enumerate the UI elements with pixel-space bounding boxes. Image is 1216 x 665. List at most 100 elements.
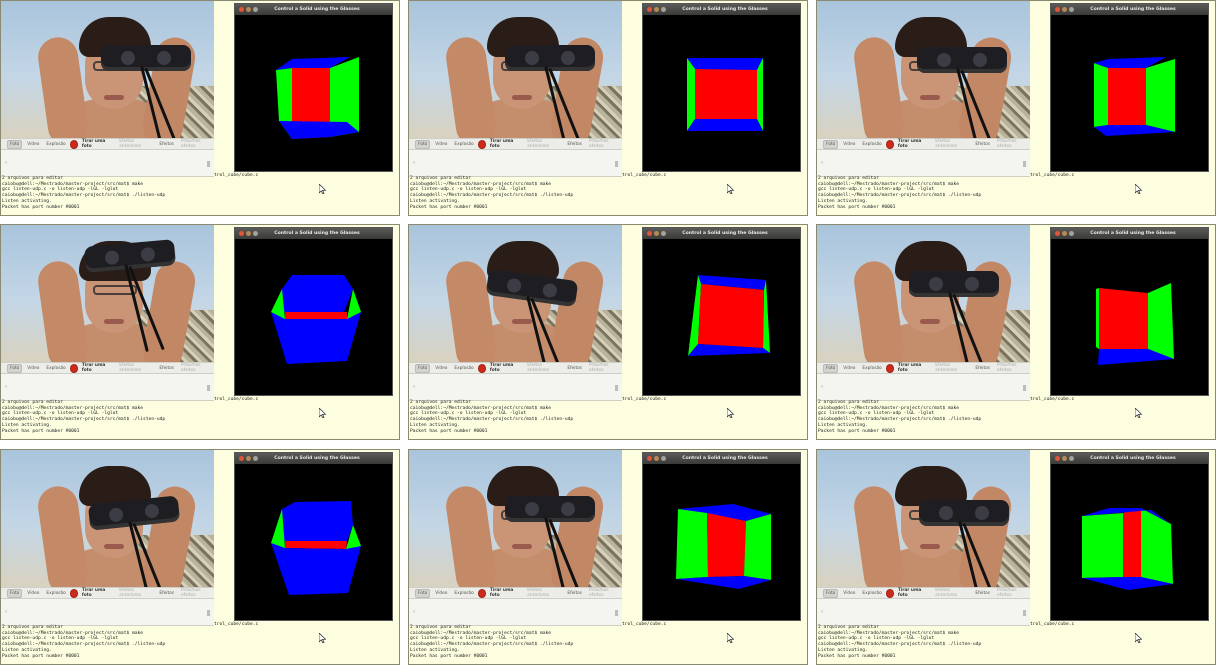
previous-effects-button[interactable]: Efeitos anteriores bbox=[933, 587, 970, 599]
strip-scrollbar[interactable] bbox=[615, 385, 618, 391]
photo-mode-button[interactable]: Foto bbox=[7, 588, 23, 598]
record-icon[interactable] bbox=[70, 589, 77, 597]
take-photo-button[interactable]: Tirar uma foto bbox=[488, 362, 522, 374]
thumbnail-strip[interactable]: ‹ bbox=[409, 150, 622, 177]
thumbnail-strip[interactable]: ‹ bbox=[817, 374, 1030, 401]
photo-mode-button[interactable]: Foto bbox=[7, 139, 23, 149]
record-icon[interactable] bbox=[478, 364, 485, 372]
minimize-window-button[interactable] bbox=[246, 231, 251, 236]
minimize-window-button[interactable] bbox=[1062, 7, 1067, 12]
gl-window[interactable]: Control a Solid using the Glasses bbox=[642, 227, 801, 396]
effects-button[interactable]: Efeitos bbox=[973, 590, 992, 597]
thumbnail-strip[interactable]: ‹ bbox=[817, 599, 1030, 626]
record-icon[interactable] bbox=[886, 140, 893, 148]
next-effects-button[interactable]: Próximos efeitos bbox=[995, 362, 1030, 374]
effects-button[interactable]: Efeitos bbox=[157, 141, 176, 148]
strip-scrollbar[interactable] bbox=[207, 385, 210, 391]
record-icon[interactable] bbox=[478, 589, 485, 597]
next-effects-button[interactable]: Próximos efeitos bbox=[587, 362, 622, 374]
video-mode-button[interactable]: Vídeo bbox=[433, 365, 449, 372]
video-mode-button[interactable]: Vídeo bbox=[433, 141, 449, 148]
video-mode-button[interactable]: Vídeo bbox=[25, 141, 41, 148]
thumbnail-strip[interactable]: ‹ bbox=[1, 599, 214, 626]
thumbnail-strip[interactable]: ‹ bbox=[409, 599, 622, 626]
burst-mode-button[interactable]: Explosão bbox=[860, 141, 883, 148]
burst-mode-button[interactable]: Explosão bbox=[860, 365, 883, 372]
effects-button[interactable]: Efeitos bbox=[157, 590, 176, 597]
gl-window[interactable]: Control a Solid using the Glasses bbox=[1050, 452, 1209, 621]
video-mode-button[interactable]: Vídeo bbox=[841, 590, 857, 597]
video-mode-button[interactable]: Vídeo bbox=[841, 141, 857, 148]
record-icon[interactable] bbox=[70, 364, 77, 372]
strip-scrollbar[interactable] bbox=[1023, 161, 1026, 167]
close-window-button[interactable] bbox=[647, 7, 652, 12]
take-photo-button[interactable]: Tirar uma foto bbox=[488, 587, 522, 599]
photo-mode-button[interactable]: Foto bbox=[823, 363, 839, 373]
previous-effects-button[interactable]: Efeitos anteriores bbox=[117, 362, 154, 374]
photo-mode-button[interactable]: Foto bbox=[823, 588, 839, 598]
burst-mode-button[interactable]: Explosão bbox=[44, 141, 67, 148]
take-photo-button[interactable]: Tirar uma foto bbox=[896, 138, 930, 150]
thumbnail-strip[interactable]: ‹ bbox=[1, 374, 214, 401]
thumbnail-strip[interactable]: ‹ bbox=[1, 150, 214, 177]
previous-effects-button[interactable]: Efeitos anteriores bbox=[933, 362, 970, 374]
close-window-button[interactable] bbox=[647, 456, 652, 461]
strip-scrollbar[interactable] bbox=[1023, 610, 1026, 616]
effects-button[interactable]: Efeitos bbox=[565, 365, 584, 372]
video-mode-button[interactable]: Vídeo bbox=[841, 365, 857, 372]
gl-window[interactable]: Control a Solid using the Glasses bbox=[234, 3, 393, 172]
next-effects-button[interactable]: Próximos efeitos bbox=[587, 138, 622, 150]
thumbnail-strip[interactable]: ‹ bbox=[409, 374, 622, 401]
gl-window[interactable]: Control a Solid using the Glasses bbox=[234, 452, 393, 621]
strip-scrollbar[interactable] bbox=[207, 161, 210, 167]
close-window-button[interactable] bbox=[1055, 456, 1060, 461]
minimize-window-button[interactable] bbox=[654, 456, 659, 461]
next-effects-button[interactable]: Próximos efeitos bbox=[995, 587, 1030, 599]
take-photo-button[interactable]: Tirar uma foto bbox=[488, 138, 522, 150]
gl-window[interactable]: Control a Solid using the Glasses bbox=[642, 3, 801, 172]
take-photo-button[interactable]: Tirar uma foto bbox=[896, 587, 930, 599]
gl-window-titlebar[interactable]: Control a Solid using the Glasses bbox=[643, 228, 800, 239]
previous-effects-button[interactable]: Efeitos anteriores bbox=[117, 587, 154, 599]
gl-window-titlebar[interactable]: Control a Solid using the Glasses bbox=[1051, 4, 1208, 15]
gl-window-titlebar[interactable]: Control a Solid using the Glasses bbox=[235, 453, 392, 464]
record-icon[interactable] bbox=[70, 140, 77, 148]
previous-effects-button[interactable]: Efeitos anteriores bbox=[933, 138, 970, 150]
minimize-window-button[interactable] bbox=[1062, 231, 1067, 236]
gl-window[interactable]: Control a Solid using the Glasses bbox=[234, 227, 393, 396]
gl-window[interactable]: Control a Solid using the Glasses bbox=[1050, 3, 1209, 172]
gl-window-titlebar[interactable]: Control a Solid using the Glasses bbox=[643, 4, 800, 15]
take-photo-button[interactable]: Tirar uma foto bbox=[80, 138, 114, 150]
gl-window-titlebar[interactable]: Control a Solid using the Glasses bbox=[643, 453, 800, 464]
gl-window[interactable]: Control a Solid using the Glasses bbox=[1050, 227, 1209, 396]
burst-mode-button[interactable]: Explosão bbox=[452, 365, 475, 372]
strip-scrollbar[interactable] bbox=[207, 610, 210, 616]
burst-mode-button[interactable]: Explosão bbox=[860, 590, 883, 597]
previous-effects-button[interactable]: Efeitos anteriores bbox=[117, 138, 154, 150]
gl-window[interactable]: Control a Solid using the Glasses bbox=[642, 452, 801, 621]
gl-window-titlebar[interactable]: Control a Solid using the Glasses bbox=[235, 228, 392, 239]
burst-mode-button[interactable]: Explosão bbox=[452, 141, 475, 148]
photo-mode-button[interactable]: Foto bbox=[415, 139, 431, 149]
previous-effects-button[interactable]: Efeitos anteriores bbox=[525, 138, 562, 150]
burst-mode-button[interactable]: Explosão bbox=[44, 365, 67, 372]
photo-mode-button[interactable]: Foto bbox=[415, 588, 431, 598]
photo-mode-button[interactable]: Foto bbox=[823, 139, 839, 149]
photo-mode-button[interactable]: Foto bbox=[7, 363, 23, 373]
take-photo-button[interactable]: Tirar uma foto bbox=[896, 362, 930, 374]
close-window-button[interactable] bbox=[1055, 231, 1060, 236]
strip-scrollbar[interactable] bbox=[615, 610, 618, 616]
next-effects-button[interactable]: Próximos efeitos bbox=[179, 587, 214, 599]
minimize-window-button[interactable] bbox=[246, 456, 251, 461]
minimize-window-button[interactable] bbox=[654, 231, 659, 236]
video-mode-button[interactable]: Vídeo bbox=[433, 590, 449, 597]
strip-scrollbar[interactable] bbox=[615, 161, 618, 167]
close-window-button[interactable] bbox=[1055, 7, 1060, 12]
close-window-button[interactable] bbox=[239, 7, 244, 12]
next-effects-button[interactable]: Próximos efeitos bbox=[587, 587, 622, 599]
close-window-button[interactable] bbox=[239, 231, 244, 236]
thumbnail-strip[interactable]: ‹ bbox=[817, 150, 1030, 177]
next-effects-button[interactable]: Próximos efeitos bbox=[179, 138, 214, 150]
previous-effects-button[interactable]: Efeitos anteriores bbox=[525, 587, 562, 599]
record-icon[interactable] bbox=[886, 589, 893, 597]
